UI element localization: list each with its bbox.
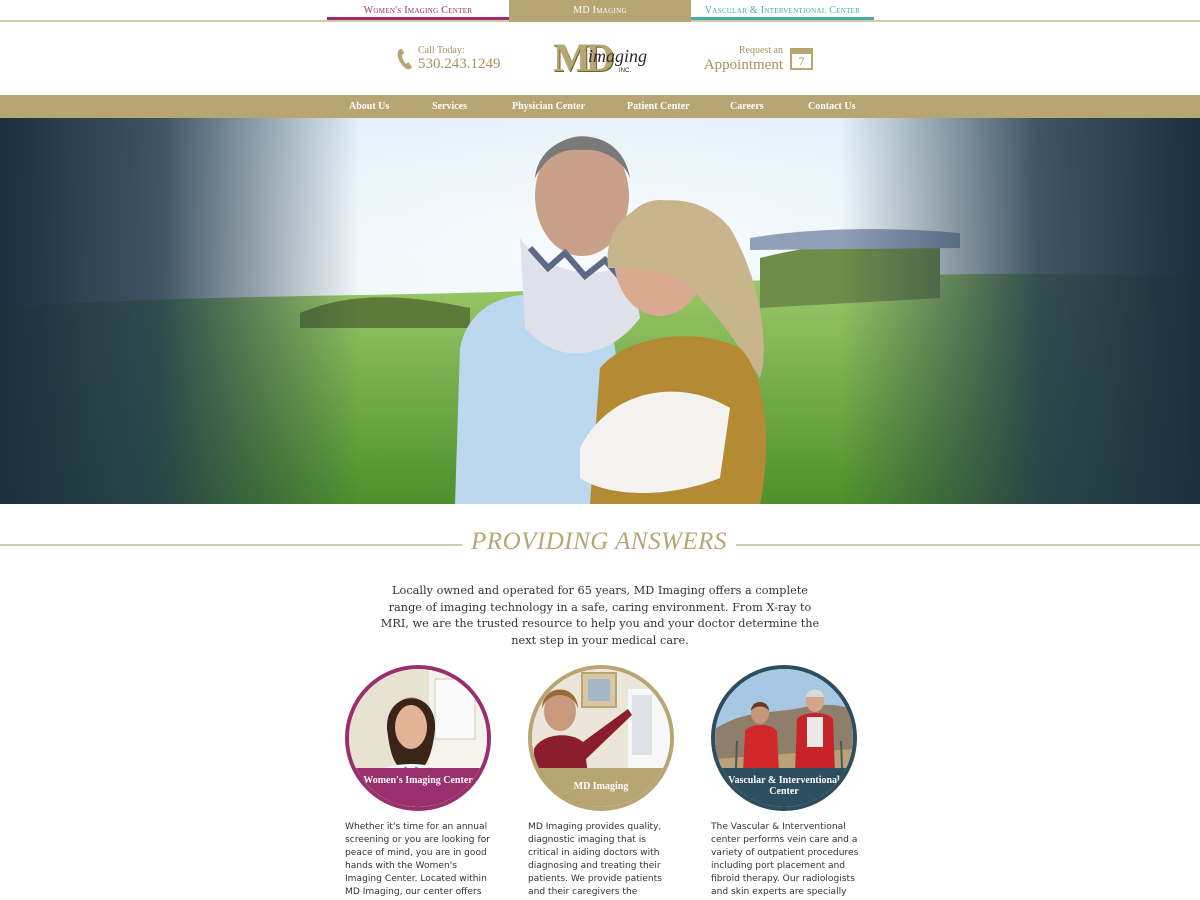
main-nav: About Us Services Physician Center Patie…: [0, 95, 1200, 118]
site-switcher: Women's Imaging Center MD Imaging Vascul…: [0, 0, 1200, 22]
md-imaging-band: MD Imaging: [532, 768, 670, 807]
nav-services[interactable]: Services: [432, 95, 467, 118]
section-heading: PROVIDING ANSWERS: [471, 528, 727, 555]
tab-vascular-interventional-center[interactable]: Vascular & Interventional Center: [691, 0, 874, 20]
vascular-photo[interactable]: Vascular & Interventional Center: [711, 665, 857, 811]
womens-imaging-photo[interactable]: Women's Imaging Center: [345, 665, 491, 811]
phone-label: Call Today:: [418, 45, 465, 56]
vascular-band: Vascular & Interventional Center: [715, 768, 853, 807]
md-imaging-label: MD Imaging: [573, 781, 629, 792]
vascular-label: Vascular & Interventional Center: [728, 775, 840, 797]
nav-patient-center[interactable]: Patient Center: [627, 95, 689, 118]
md-imaging-photo[interactable]: MD Imaging: [528, 665, 674, 811]
nav-careers[interactable]: Careers: [730, 95, 764, 118]
intro-paragraph: Locally owned and operated for 65 years,…: [380, 584, 820, 647]
section-heading-row: PROVIDING ANSWERS: [0, 528, 1200, 562]
womens-imaging-text: Whether it's time for an annual screenin…: [345, 822, 490, 897]
md-imaging-text: MD Imaging provides quality, diagnostic …: [528, 822, 662, 897]
womens-imaging-label: Women's Imaging Center: [363, 775, 473, 786]
md-imaging-logo[interactable]: MD imaging INC.: [553, 35, 649, 80]
tab-md-imaging[interactable]: MD Imaging: [509, 0, 691, 22]
request-appointment-link[interactable]: Request an Appointment 7: [703, 45, 813, 75]
divider-right: [736, 544, 1200, 546]
appointment-text: Appointment: [703, 57, 783, 73]
logo-inc: INC.: [619, 68, 631, 74]
womens-imaging-band: Women's Imaging Center: [349, 768, 487, 807]
tab-womens-imaging-center[interactable]: Women's Imaging Center: [327, 0, 509, 20]
vascular-text: The Vascular & Interventional center per…: [711, 822, 859, 897]
hero-image: [0, 118, 1200, 504]
nav-physician-center[interactable]: Physician Center: [512, 95, 585, 118]
calendar-icon: 7: [790, 48, 813, 70]
hero-vignette: [0, 118, 1200, 504]
logo-imaging: imaging: [588, 46, 648, 66]
nav-contact-us[interactable]: Contact Us: [808, 95, 856, 118]
appointment-label: Request an: [738, 45, 783, 56]
phone-number[interactable]: 530.243.1249: [418, 56, 501, 73]
phone-icon: [397, 49, 412, 70]
divider-left: [0, 544, 462, 546]
nav-about-us[interactable]: About Us: [349, 95, 389, 118]
